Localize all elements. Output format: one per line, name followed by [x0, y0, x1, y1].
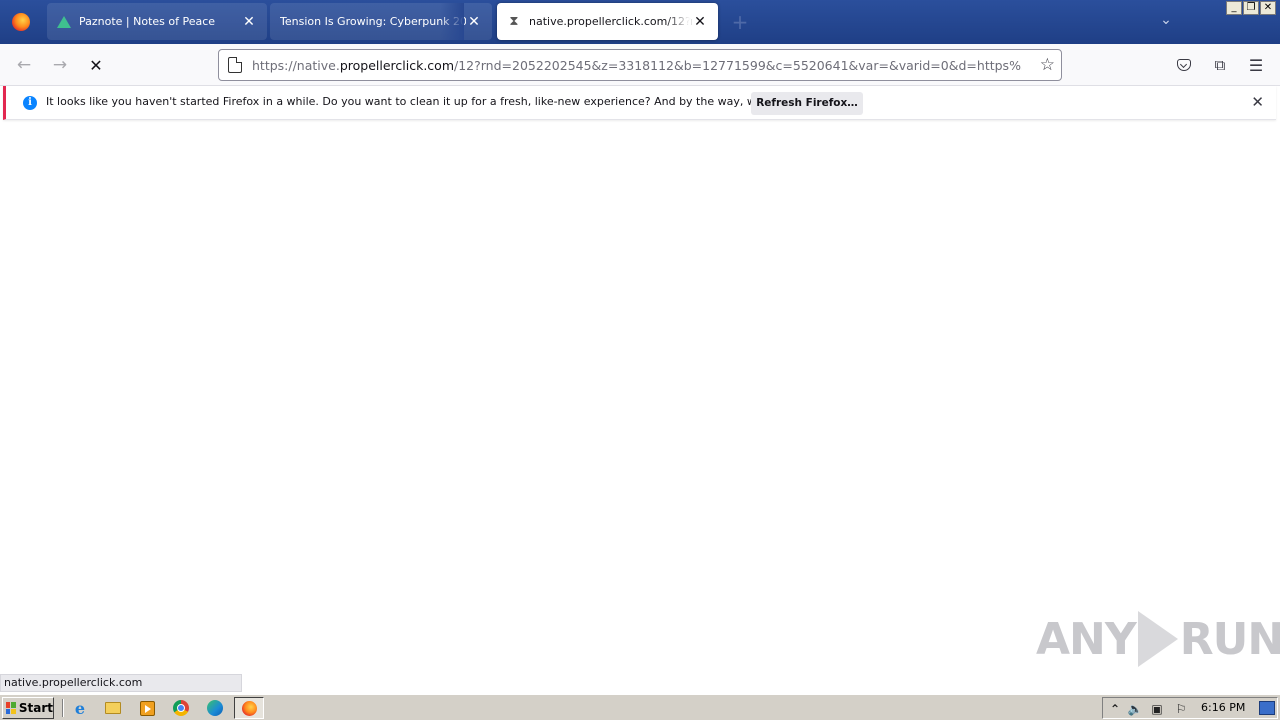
navigation-toolbar: ← → ✕ https://native.propellerclick.com/…: [0, 44, 1280, 86]
watermark-play-icon: [1137, 611, 1178, 667]
tab-cyberpunk[interactable]: Tension Is Growing: Cyberpunk 2077 Re ✕: [270, 3, 492, 40]
notification-message: It looks like you haven't started Firefo…: [46, 95, 830, 108]
network-icon[interactable]: ▣: [1149, 701, 1165, 717]
restore-button[interactable]: ❐: [1243, 1, 1259, 15]
minimize-button[interactable]: _: [1226, 1, 1242, 15]
window-controls: _ ❐ ✕: [1226, 1, 1276, 15]
start-button[interactable]: Start: [2, 697, 54, 719]
firefox-icon: [12, 13, 30, 31]
show-hidden-icons-icon[interactable]: ⌃: [1107, 701, 1123, 717]
status-bar: native.propellerclick.com: [0, 674, 242, 692]
watermark-left: ANY: [1036, 613, 1137, 665]
tab-label: Tension Is Growing: Cyberpunk 2077 Re: [280, 15, 466, 28]
volume-icon[interactable]: 🔈: [1127, 701, 1143, 717]
pocket-button[interactable]: [1172, 53, 1196, 77]
firefox-taskbar-icon[interactable]: [234, 697, 264, 719]
url-scheme: https://native.: [252, 57, 340, 73]
close-tab-icon[interactable]: ✕: [692, 14, 708, 30]
url-host: propellerclick.com: [339, 57, 455, 73]
url-path: /12?rnd=2052202545&z=3318112&b=12771599&…: [454, 57, 1022, 73]
list-all-tabs-button[interactable]: ⌄: [1156, 12, 1176, 32]
tree-favicon-icon: [57, 15, 71, 28]
page-info-icon[interactable]: [228, 57, 242, 73]
extensions-icon[interactable]: ⧉: [1208, 53, 1232, 77]
internet-explorer-icon[interactable]: e: [70, 698, 90, 718]
forward-button[interactable]: →: [48, 53, 72, 77]
watermark-right: RUN: [1179, 613, 1280, 665]
close-tab-icon[interactable]: ✕: [466, 14, 482, 30]
show-desktop-icon[interactable]: [1259, 701, 1275, 715]
refresh-firefox-button[interactable]: Refresh Firefox…: [751, 92, 863, 115]
windows-logo-icon: [6, 702, 16, 714]
edge-icon[interactable]: [205, 698, 225, 718]
action-center-flag-icon[interactable]: ⚐: [1173, 701, 1189, 717]
system-tray: ⌃ 🔈 ▣ ⚐ 6:16 PM: [1102, 697, 1278, 719]
loading-hourglass-icon: ⧗: [509, 14, 519, 29]
url-text[interactable]: https://native.propellerclick.com/12?rnd…: [252, 58, 1022, 73]
window-close-button[interactable]: ✕: [1260, 1, 1276, 15]
back-button[interactable]: ←: [12, 53, 36, 77]
firefox-view-button[interactable]: [0, 0, 42, 44]
refresh-notification-bar: i It looks like you haven't started Fire…: [3, 86, 1276, 120]
anyrun-watermark: ANY RUN: [1036, 606, 1280, 672]
tab-paznote[interactable]: Paznote | Notes of Peace ✕: [47, 3, 267, 40]
close-notification-icon[interactable]: ✕: [1251, 94, 1264, 110]
address-bar[interactable]: https://native.propellerclick.com/12?rnd…: [218, 49, 1062, 81]
clock[interactable]: 6:16 PM: [1201, 701, 1245, 714]
file-explorer-icon[interactable]: [103, 698, 123, 718]
info-icon: i: [23, 96, 37, 110]
start-label: Start: [18, 701, 53, 715]
bookmark-star-icon[interactable]: ☆: [1040, 56, 1055, 74]
tab-strip: Paznote | Notes of Peace ✕ Tension Is Gr…: [0, 0, 1280, 44]
new-tab-button[interactable]: +: [728, 10, 752, 34]
tab-propellerclick[interactable]: ⧗ native.propellerclick.com/12?rnd=2 ✕: [497, 3, 718, 40]
tab-label: Paznote | Notes of Peace: [79, 15, 216, 28]
chrome-icon[interactable]: [171, 698, 191, 718]
close-tab-icon[interactable]: ✕: [241, 14, 257, 30]
taskbar: Start e ⌃ 🔈 ▣ ⚐ 6:16 PM: [0, 694, 1280, 720]
stop-loading-button[interactable]: ✕: [84, 53, 108, 77]
hamburger-menu-icon[interactable]: ☰: [1244, 53, 1268, 77]
media-player-icon[interactable]: [137, 698, 157, 718]
pocket-icon: [1177, 59, 1191, 71]
